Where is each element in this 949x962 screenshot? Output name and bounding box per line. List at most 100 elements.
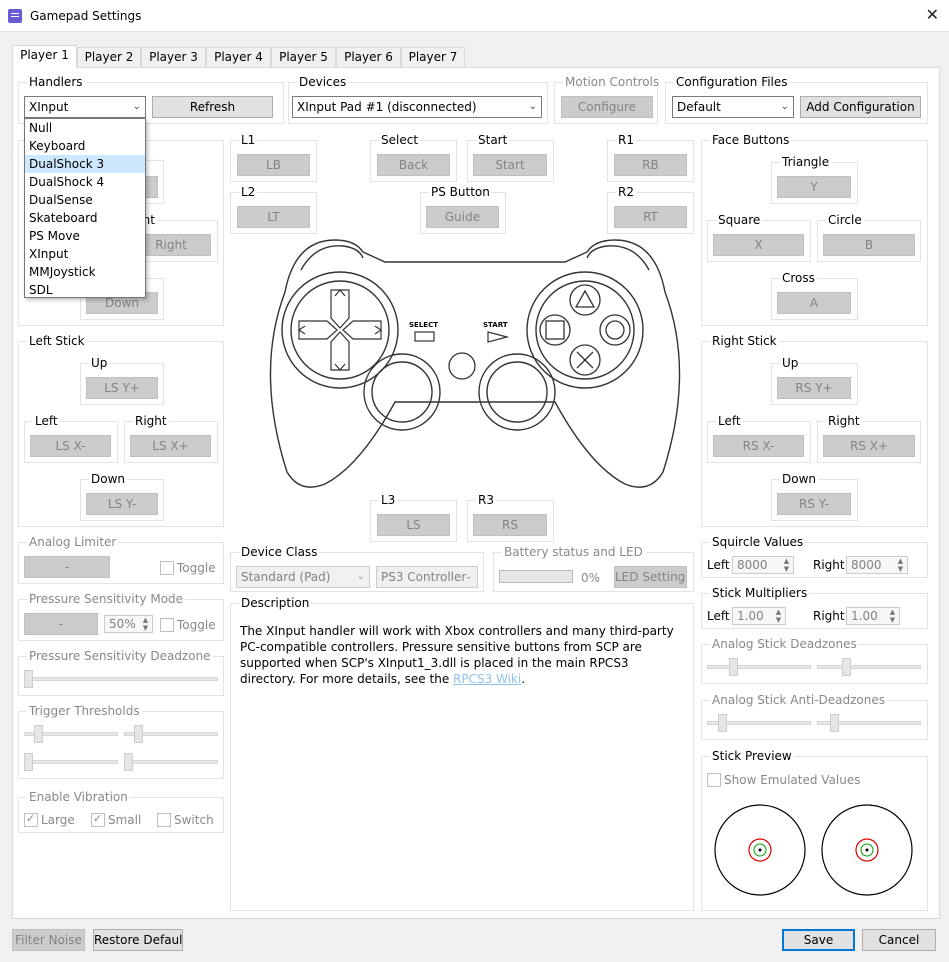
squircle-right-spinbox[interactable]: 8000 ▲ ▼ (846, 556, 908, 574)
vibration-large-checkbox[interactable]: Large (24, 812, 75, 827)
squircle-right-label: Right (813, 558, 845, 572)
trigger-l-deadzone-handle[interactable] (24, 753, 33, 771)
handler-option-dualshock3[interactable]: DualShock 3 (25, 155, 145, 173)
battery-title: Battery status and LED (502, 545, 645, 559)
handler-option-sdl[interactable]: SDL (25, 281, 145, 299)
rs-left-title: Left (716, 414, 743, 428)
triangle-button[interactable]: Y (777, 176, 851, 198)
cancel-button[interactable]: Cancel (862, 929, 936, 951)
close-icon[interactable]: ✕ (926, 6, 939, 24)
multiplier-right-spinbox[interactable]: 1.00 ▲ ▼ (846, 607, 900, 625)
vibration-switch-checkbox[interactable]: Switch (157, 813, 214, 827)
handler-option-keyboard[interactable]: Keyboard (25, 137, 145, 155)
pressure-mode-toggle[interactable]: Toggle (160, 618, 216, 632)
rs-down-button[interactable]: RS Y- (777, 493, 851, 515)
tab-player-4[interactable]: Player 4 (206, 47, 271, 68)
led-settings-button[interactable]: LED Settings (614, 566, 687, 588)
left-stick-title: Left Stick (27, 334, 87, 348)
handler-option-dualsense[interactable]: DualSense (25, 191, 145, 209)
rs-up-button[interactable]: RS Y+ (777, 377, 851, 399)
pressure-deadzone-slider[interactable] (24, 677, 218, 681)
rpcs3-wiki-link[interactable]: RPCS3 Wiki (453, 672, 521, 686)
handler-select[interactable]: XInput ⌄ (24, 96, 146, 118)
tab-player-3[interactable]: Player 3 (141, 47, 206, 68)
right-deadzone-slider[interactable] (817, 665, 921, 669)
stick-preview-image (714, 804, 913, 896)
handler-option-psmove[interactable]: PS Move (25, 227, 145, 245)
squircle-title: Squircle Values (710, 535, 806, 549)
tab-player-5[interactable]: Player 5 (271, 47, 336, 68)
squircle-left-label: Left (707, 558, 730, 572)
restore-defaults-button[interactable]: Restore Defaults (93, 929, 183, 951)
vibration-small-label: Small (108, 813, 142, 827)
rs-left-button[interactable]: RS X- (713, 435, 804, 457)
show-emulated-checkbox[interactable]: Show Emulated Values (707, 773, 860, 787)
trigger-r-threshold-handle[interactable] (134, 725, 143, 743)
right-deadzone-handle[interactable] (842, 658, 851, 676)
tab-player-2[interactable]: Player 2 (77, 47, 141, 68)
l1-button[interactable]: LB (237, 154, 310, 176)
right-anti-deadzone-handle[interactable] (830, 714, 839, 732)
refresh-button[interactable]: Refresh (152, 96, 273, 118)
start-button[interactable]: Start (473, 154, 547, 176)
description-text: The XInput handler will work with Xbox c… (240, 623, 680, 687)
controller-start-label: START (483, 321, 508, 329)
trigger-l-deadzone-slider[interactable] (24, 760, 118, 764)
ls-right-button[interactable]: LS X+ (130, 435, 211, 457)
handler-option-dualshock4[interactable]: DualShock 4 (25, 173, 145, 191)
chevron-down-icon: ⌄ (464, 571, 473, 582)
handler-option-mmjoystick[interactable]: MMJoystick (25, 263, 145, 281)
left-deadzone-handle[interactable] (729, 658, 738, 676)
circle-title: Circle (826, 213, 864, 227)
start-title: Start (476, 133, 510, 147)
analog-limiter-button[interactable]: - (24, 556, 110, 578)
ls-up-button[interactable]: LS Y+ (86, 377, 158, 399)
l2-button[interactable]: LT (237, 206, 310, 228)
add-configuration-button[interactable]: Add Configuration (800, 96, 921, 118)
devices-title: Devices (297, 75, 349, 89)
spin-arrows-icon: ▲ ▼ (889, 608, 896, 624)
device-type-select[interactable]: PS3 Controller ⌄ (376, 566, 478, 588)
pressure-deadzone-handle[interactable] (24, 670, 33, 688)
chevron-down-icon: ⌄ (132, 101, 141, 112)
ps-button[interactable]: Guide (426, 206, 499, 228)
handler-option-null[interactable]: Null (25, 119, 145, 137)
r1-button[interactable]: RB (614, 154, 687, 176)
handler-option-xinput[interactable]: XInput (25, 245, 145, 263)
analog-limiter-toggle[interactable]: Toggle (160, 561, 216, 575)
square-button[interactable]: X (713, 234, 804, 256)
config-select[interactable]: Default ⌄ (672, 96, 794, 118)
l3-button[interactable]: LS (377, 514, 450, 536)
triangle-title: Triangle (780, 155, 832, 169)
trigger-l-threshold-handle[interactable] (34, 725, 43, 743)
ls-down-button[interactable]: LS Y- (86, 493, 158, 515)
controller-select-label: SELECT (409, 321, 438, 329)
multiplier-left-spinbox[interactable]: 1.00 ▲ ▼ (732, 607, 786, 625)
left-anti-deadzone-handle[interactable] (718, 714, 727, 732)
r3-button[interactable]: RS (473, 514, 547, 536)
cross-button[interactable]: A (777, 292, 851, 314)
circle-button[interactable]: B (823, 234, 915, 256)
trigger-r-deadzone-handle[interactable] (124, 753, 133, 771)
battery-progress (499, 570, 573, 583)
vibration-small-checkbox[interactable]: Small (91, 812, 142, 827)
tab-player-1[interactable]: Player 1 (12, 45, 77, 68)
pressure-deadzone-group: Pressure Sensitivity Deadzone (18, 649, 224, 696)
left-deadzone-slider[interactable] (707, 665, 811, 669)
ls-left-button[interactable]: LS X- (30, 435, 111, 457)
device-select[interactable]: XInput Pad #1 (disconnected) ⌄ (292, 96, 542, 118)
pressure-mode-button[interactable]: - (24, 613, 98, 635)
tab-player-7[interactable]: Player 7 (401, 47, 465, 68)
rs-right-button[interactable]: RS X+ (823, 435, 915, 457)
trigger-r-deadzone-slider[interactable] (124, 760, 218, 764)
save-button[interactable]: Save (782, 929, 855, 951)
configure-button[interactable]: Configure (561, 96, 653, 118)
device-class-select[interactable]: Standard (Pad) ⌄ (236, 566, 370, 588)
select-button[interactable]: Back (377, 154, 450, 176)
pressure-value-spinbox[interactable]: 50% ▲ ▼ (104, 615, 153, 633)
r2-button[interactable]: RT (614, 206, 687, 228)
squircle-left-spinbox[interactable]: 8000 ▲ ▼ (732, 556, 794, 574)
tab-player-6[interactable]: Player 6 (336, 47, 401, 68)
filter-noise-button[interactable]: Filter Noise (12, 929, 85, 951)
handler-option-skateboard[interactable]: Skateboard (25, 209, 145, 227)
